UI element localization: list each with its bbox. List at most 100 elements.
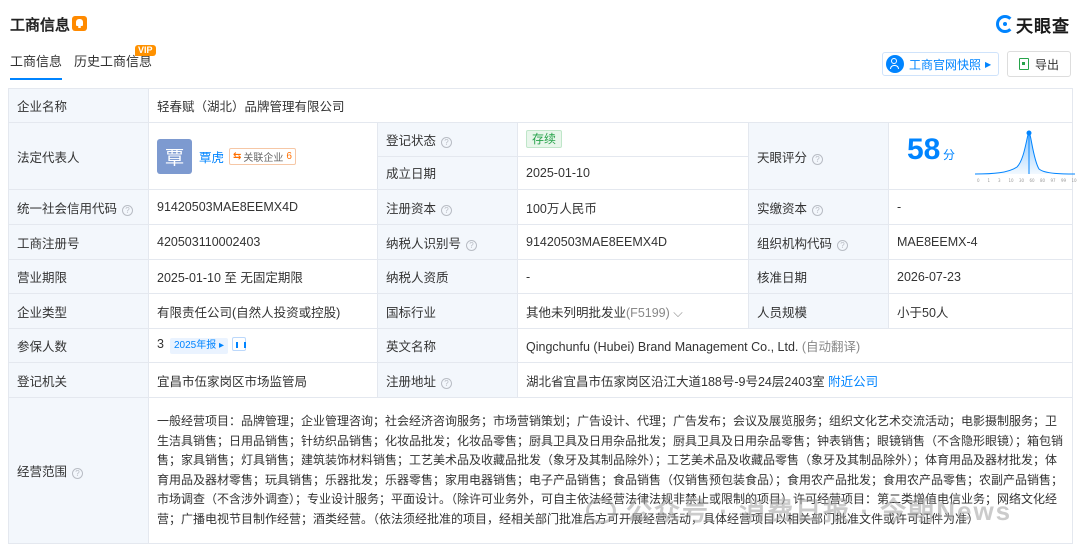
watermark: 公众号 · 消费日报 · 今朝News (586, 491, 1012, 528)
reg-status-key: 登记状态? (377, 122, 518, 157)
help-icon[interactable]: ? (441, 377, 453, 389)
official-snapshot-button[interactable]: 工商官网快照 ▶ (882, 52, 1000, 76)
excel-icon (1018, 58, 1029, 70)
credit-code-label: 统一社会信用代码 (17, 201, 118, 216)
chevron-down-icon[interactable]: ⌵ (673, 306, 682, 320)
reg-capital-label: 注册资本 (386, 201, 437, 216)
taxpayer-id-key: 纳税人识别号? (377, 224, 518, 260)
score-marker-dot (1026, 130, 1032, 136)
credit-code-key: 统一社会信用代码? (8, 189, 149, 225)
company-name-key: 企业名称 (8, 88, 149, 123)
score-axis-tick: 10 (1009, 178, 1015, 183)
english-name-value: Qingchunfu (Hubei) Brand Management Co.,… (516, 328, 1074, 363)
org-code-value: MAE8EEMX-4 (887, 224, 1074, 260)
help-icon[interactable]: ? (812, 204, 824, 216)
related-company-badge[interactable]: ⇆ 关联企业 6 (229, 147, 296, 165)
staff-size-value: 小于50人 (887, 293, 1074, 329)
vip-badge: VIP (135, 45, 156, 56)
table-row: 企业类型 有限责任公司(自然人投资或控股) 国标行业 其他未列明批发业(F519… (8, 293, 1074, 329)
table-row: 企业名称 轻春赋（湖北）品牌管理有限公司 (8, 88, 1074, 123)
score-axis-tick: 60 (1030, 178, 1036, 183)
est-date-key: 成立日期 (377, 155, 518, 190)
help-icon[interactable]: ? (441, 204, 453, 216)
page-title: 工商信息 (10, 17, 71, 34)
legal-rep-key: 法定代表人 (8, 122, 149, 190)
legal-rep-name-link[interactable]: 覃虎 (199, 147, 224, 166)
english-name-text: Qingchunfu (Hubei) Brand Management Co.,… (526, 340, 799, 354)
score-unit: 分 (943, 148, 956, 162)
staff-size-key: 人员规模 (748, 293, 889, 329)
avatar[interactable]: 覃 (157, 138, 192, 174)
help-icon[interactable]: ? (837, 239, 849, 251)
address-key: 注册地址? (377, 362, 518, 398)
org-code-key: 组织机构代码? (748, 224, 889, 260)
insured-key: 参保人数 (8, 328, 149, 363)
address-text: 湖北省宜昌市伍家岗区沿江大道188号-9号24层2403室 (526, 374, 825, 389)
insured-count: 3 (157, 337, 164, 351)
scope-key: 经营范围? (8, 397, 149, 544)
official-snapshot-label: 工商官网快照 (909, 57, 982, 72)
score-value[interactable]: 58 分 0 1 3 10 30 60 80 97 99 100 (887, 122, 1077, 190)
tab-business-info[interactable]: 工商信息 (10, 54, 63, 80)
industry-key: 国标行业 (377, 293, 518, 329)
taxpayer-id-label: 纳税人识别号 (386, 236, 462, 251)
help-icon[interactable]: ? (441, 136, 453, 148)
relation-icon: ⇆ (233, 150, 242, 162)
score-label: 天眼评分 (757, 150, 808, 165)
company-name-value: 轻春赋（湖北）品牌管理有限公司 (147, 88, 1074, 123)
reg-capital-key: 注册资本? (377, 189, 518, 225)
annual-report-year: 2025年报 (173, 340, 217, 351)
tab-history-business-info[interactable]: 历史工商信息 (74, 54, 152, 80)
table-row: 工商注册号 420503110002403 纳税人识别号? 91420503MA… (8, 224, 1074, 260)
tianyancha-logo[interactable]: 天眼查 (996, 13, 1070, 36)
score-axis-tick: 30 (1019, 178, 1025, 183)
help-icon[interactable]: ? (812, 153, 824, 165)
address-value: 湖北省宜昌市伍家岗区沿江大道188号-9号24层2403室 附近公司 (516, 362, 1074, 398)
tianyancha-logo-icon (996, 15, 1014, 33)
term-key: 营业期限 (8, 259, 149, 294)
approve-date-key: 核准日期 (748, 259, 889, 294)
annual-report-selector[interactable]: 2025年报 ▸ (169, 338, 229, 354)
taxpayer-qual-value: - (517, 259, 749, 294)
score-axis-tick: 3 (998, 178, 1001, 183)
score-curve-area (975, 133, 1075, 174)
authority-key: 登记机关 (8, 362, 149, 398)
score-axis-tick: 99 (1061, 178, 1067, 183)
wechat-icon (586, 498, 616, 524)
english-name-key: 英文名称 (377, 328, 518, 363)
score-axis-tick: 97 (1051, 178, 1057, 183)
taxpayer-id-value: 91420503MAE8EEMX4D (517, 224, 749, 260)
company-type-value: 有限责任公司(自然人投资或控股) (148, 293, 378, 329)
table-row: 统一社会信用代码? 91420503MAE8EEMX4D 注册资本? 100万人… (8, 189, 1074, 225)
reg-status-value: 存续 (517, 122, 749, 157)
watermark-text: 公众号 · 消费日报 · 今朝News (626, 496, 1013, 526)
score-key: 天眼评分? (748, 122, 889, 190)
help-icon[interactable]: ? (466, 239, 478, 251)
score-axis-tick: 80 (1040, 178, 1046, 183)
reg-status-label: 登记状态 (386, 133, 437, 148)
help-icon[interactable]: ? (72, 468, 84, 479)
industry-value[interactable]: 其他未列明批发业(F5199) ⌵ (517, 293, 749, 329)
nearby-companies-link[interactable]: 附近公司 (828, 375, 878, 389)
term-value: 2025-01-10 至 无固定期限 (148, 259, 378, 294)
export-button[interactable]: 导出 (1007, 51, 1071, 77)
company-type-key: 企业类型 (8, 293, 149, 329)
help-icon[interactable]: ? (122, 204, 134, 216)
score-distribution-chart: 0 1 3 10 30 60 80 97 99 100 (974, 130, 1077, 183)
table-row: 法定代表人 覃 覃虎 ⇆ 关联企业 6 登记状态? 存续 天眼评分? 58 分 (8, 122, 1077, 190)
org-code-label: 组织机构代码 (757, 236, 833, 251)
chart-icon[interactable] (232, 337, 247, 351)
chevron-right-icon: ▶ (985, 59, 992, 69)
approve-date-value: 2026-07-23 (887, 259, 1074, 294)
score-axis-tick: 0 (977, 178, 980, 183)
section-header: 工商信息 天眼查 (0, 0, 1080, 48)
bell-icon[interactable] (72, 16, 87, 31)
table-row: 登记机关 宜昌市伍家岗区市场监管局 注册地址? 湖北省宜昌市伍家岗区沿江大道18… (8, 362, 1074, 398)
auto-translate-note: (自动翻译) (801, 340, 861, 354)
reg-capital-value: 100万人民币 (517, 189, 749, 225)
related-company-count: 6 (286, 150, 292, 162)
legal-rep-value: 覃 覃虎 ⇆ 关联企业 6 (148, 122, 378, 190)
industry-code: (F5199) (626, 305, 670, 320)
table-row: 营业期限 2025-01-10 至 无固定期限 纳税人资质 - 核准日期 202… (8, 259, 1074, 294)
score-number: 58 (907, 133, 941, 166)
